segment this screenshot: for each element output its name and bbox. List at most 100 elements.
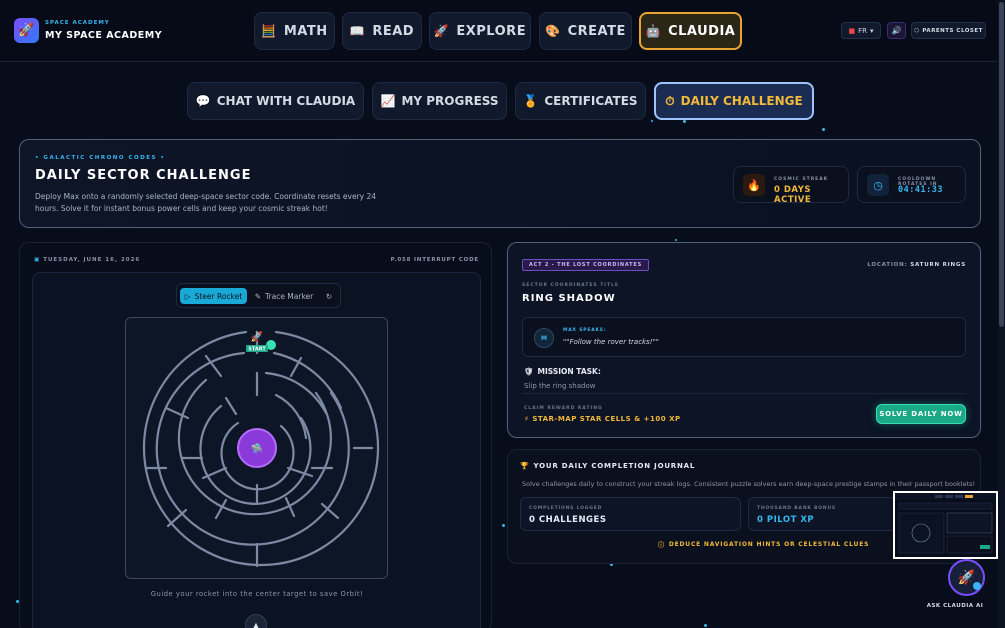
tab-chat-with-claudia[interactable]: 💬 CHAT WITH CLAUDIA — [187, 82, 364, 120]
flag-icon: ■ — [848, 26, 856, 35]
chevron-down-icon: ▾ — [870, 26, 874, 35]
reward-value: ⚡ STAR-MAP STAR CELLS & +100 XP — [524, 415, 681, 423]
nav-tab-claudia[interactable]: 🤖 CLAUDIA — [639, 12, 742, 50]
maze-panel: ▣ TUESDAY, JUNE 16, 2026 P.058 INTERRUPT… — [19, 242, 492, 628]
online-indicator — [973, 582, 981, 590]
scrollbar-thumb[interactable] — [999, 2, 1004, 327]
reset-icon: ↻ — [325, 291, 333, 301]
max-speech-box: M MAX SPEAKS: ""Follow the rover tracks!… — [522, 317, 966, 357]
maze-area: ▷ Steer Rocket ✎ Trace Marker ↻ 🛸 START … — [32, 272, 481, 628]
cosmic-streak-stat: 🔥 COSMIC STREAK 0 DAYS ACTIVE — [733, 166, 849, 205]
steer-rocket-button[interactable]: ▷ Steer Rocket — [180, 288, 247, 304]
move-up-button[interactable]: ▲ — [245, 614, 267, 628]
nav-tab-label: EXPLORE — [456, 23, 527, 39]
interrupt-code: P.058 INTERRUPT CODE — [390, 257, 479, 263]
tab-label: DAILY CHALLENGE — [680, 94, 803, 108]
abacus-icon: 🧮 — [261, 24, 277, 38]
trace-marker-button[interactable]: ✎ Trace Marker — [251, 288, 317, 304]
trace-label: Trace Marker — [265, 291, 314, 301]
solve-daily-button[interactable]: SOLVE DAILY NOW — [876, 404, 966, 424]
tab-label: MY PROGRESS — [401, 94, 499, 108]
cooldown-stat: ◷ COOLDOWN ROTATES IN 04:41:33 — [857, 166, 966, 203]
streak-value: 0 DAYS ACTIVE — [774, 185, 812, 205]
streak-label: COSMIC STREAK — [774, 177, 829, 182]
reward-label: CLAIM REWARD RATING — [524, 406, 603, 411]
screen-preview-thumbnail[interactable] — [893, 491, 998, 559]
journal-description: Solve challenges daily to construct your… — [522, 480, 976, 488]
sector-title: RING SHADOW — [522, 293, 616, 304]
task-label: MISSION TASK: — [537, 367, 601, 376]
speaks-label: MAX SPEAKS: — [563, 328, 607, 333]
nav-tab-create[interactable]: 🎨 CREATE — [539, 12, 632, 50]
tab-label: CERTIFICATES — [544, 94, 638, 108]
circular-maze[interactable]: 🛸 START 🚀 — [125, 317, 388, 579]
sound-toggle-button[interactable]: 🔊 — [887, 22, 906, 39]
top-navigation-bar: 🚀 SPACE ACADEMY MY SPACE ACADEMY 🧮 MATH … — [0, 0, 1005, 62]
mission-card: ACT 2 - THE LOST COORDINATES LOCATION: S… — [507, 242, 981, 438]
completions-value: 0 CHALLENGES — [529, 515, 607, 525]
calendar-icon: ▣ — [34, 257, 41, 263]
tab-certificates[interactable]: 🏅 CERTIFICATES — [515, 82, 646, 120]
cooldown-value: 04:41:33 — [898, 185, 943, 195]
bonus-label: THOUSAND BANK BONUS — [757, 506, 836, 511]
nav-tab-read[interactable]: 📖 READ — [342, 12, 422, 50]
bonus-value: 0 PILOT XP — [757, 515, 815, 525]
play-icon: ▷ — [184, 291, 191, 301]
hint-link[interactable]: ⓘ DEDUCE NAVIGATION HINTS OR CELESTIAL C… — [658, 540, 869, 549]
pencil-icon: ✎ — [254, 291, 262, 301]
shield-icon: 🛡 — [524, 367, 534, 376]
act-badge: ACT 2 - THE LOST COORDINATES — [522, 259, 650, 271]
nav-tab-label: READ — [372, 23, 415, 39]
svg-text:🚀: 🚀 — [251, 330, 264, 343]
steer-label: Steer Rocket — [194, 291, 243, 301]
tab-daily-challenge[interactable]: ⏱ DAILY CHALLENGE — [654, 82, 814, 120]
task-text: Slip the ring shadow — [524, 382, 596, 390]
nav-tab-label: MATH — [283, 23, 328, 39]
location: LOCATION: SATURN RINGS — [867, 262, 966, 268]
reset-button[interactable]: ↻ — [320, 288, 338, 304]
robot-icon: 🤖 — [645, 24, 662, 38]
parents-closet-button[interactable]: ⬡ PARENTS CLOSET — [911, 22, 986, 39]
date-label: ▣ TUESDAY, JUNE 16, 2026 — [34, 257, 140, 263]
mission-task: 🛡 MISSION TASK: Slip the ring shadow — [522, 365, 966, 394]
star-dot — [822, 128, 825, 131]
star-dot — [704, 624, 707, 627]
page-title: DAILY SECTOR CHALLENGE — [35, 168, 252, 183]
nav-tab-label: CREATE — [567, 23, 626, 39]
nav-tab-math[interactable]: 🧮 MATH — [254, 12, 335, 50]
language-selector[interactable]: ■ FR ▾ — [841, 22, 881, 39]
star-dot — [683, 120, 686, 123]
star-dot — [675, 239, 677, 241]
ask-claudia-button[interactable]: 🚀 — [948, 559, 985, 596]
nav-tab-explore[interactable]: 🚀 EXPLORE — [429, 12, 531, 50]
sector-label: SECTOR COORDINATES TITLE — [522, 283, 619, 288]
arrow-up-icon: ▲ — [252, 620, 260, 628]
rocket-logo-icon[interactable]: 🚀 — [14, 18, 39, 43]
parents-closet-label: PARENTS CLOSET — [922, 27, 983, 34]
nav-tab-label: CLAUDIA — [668, 23, 736, 39]
maze-graphic: 🛸 START 🚀 — [142, 330, 380, 568]
journal-title: 🏆 YOUR DAILY COMPLETION JOURNAL — [520, 462, 695, 470]
book-icon: 📖 — [349, 24, 366, 38]
brand-name[interactable]: MY SPACE ACADEMY — [45, 30, 162, 41]
medal-icon: 🏅 — [523, 94, 539, 108]
speaker-icon: 🔊 — [891, 26, 902, 35]
ask-claudia-label: ASK CLAUDIA AI — [925, 600, 985, 612]
tab-my-progress[interactable]: 📈 MY PROGRESS — [372, 82, 507, 120]
question-icon: ⓘ — [658, 542, 665, 549]
chart-icon: 📈 — [380, 94, 396, 108]
completions-label: COMPLETIONS LOGGED — [529, 506, 603, 511]
maze-instructions: Guide your rocket into the center target… — [150, 590, 364, 598]
flame-icon: 🔥 — [743, 174, 765, 196]
star-dot — [651, 120, 653, 122]
star-dot — [502, 524, 505, 527]
daily-sector-challenge-card: • GALACTIC CHRONO CODES • DAILY SECTOR C… — [19, 139, 981, 228]
palette-icon: 🎨 — [545, 24, 561, 38]
hero-kicker: • GALACTIC CHRONO CODES • — [35, 155, 166, 161]
preview-graphic — [895, 493, 996, 554]
task-heading: 🛡 MISSION TASK: — [524, 367, 601, 376]
date-text: TUESDAY, JUNE 16, 2026 — [43, 257, 141, 263]
speaks-text: ""Follow the rover tracks!"" — [563, 338, 660, 346]
avatar: M — [534, 328, 554, 348]
svg-text:🛸: 🛸 — [251, 442, 263, 455]
